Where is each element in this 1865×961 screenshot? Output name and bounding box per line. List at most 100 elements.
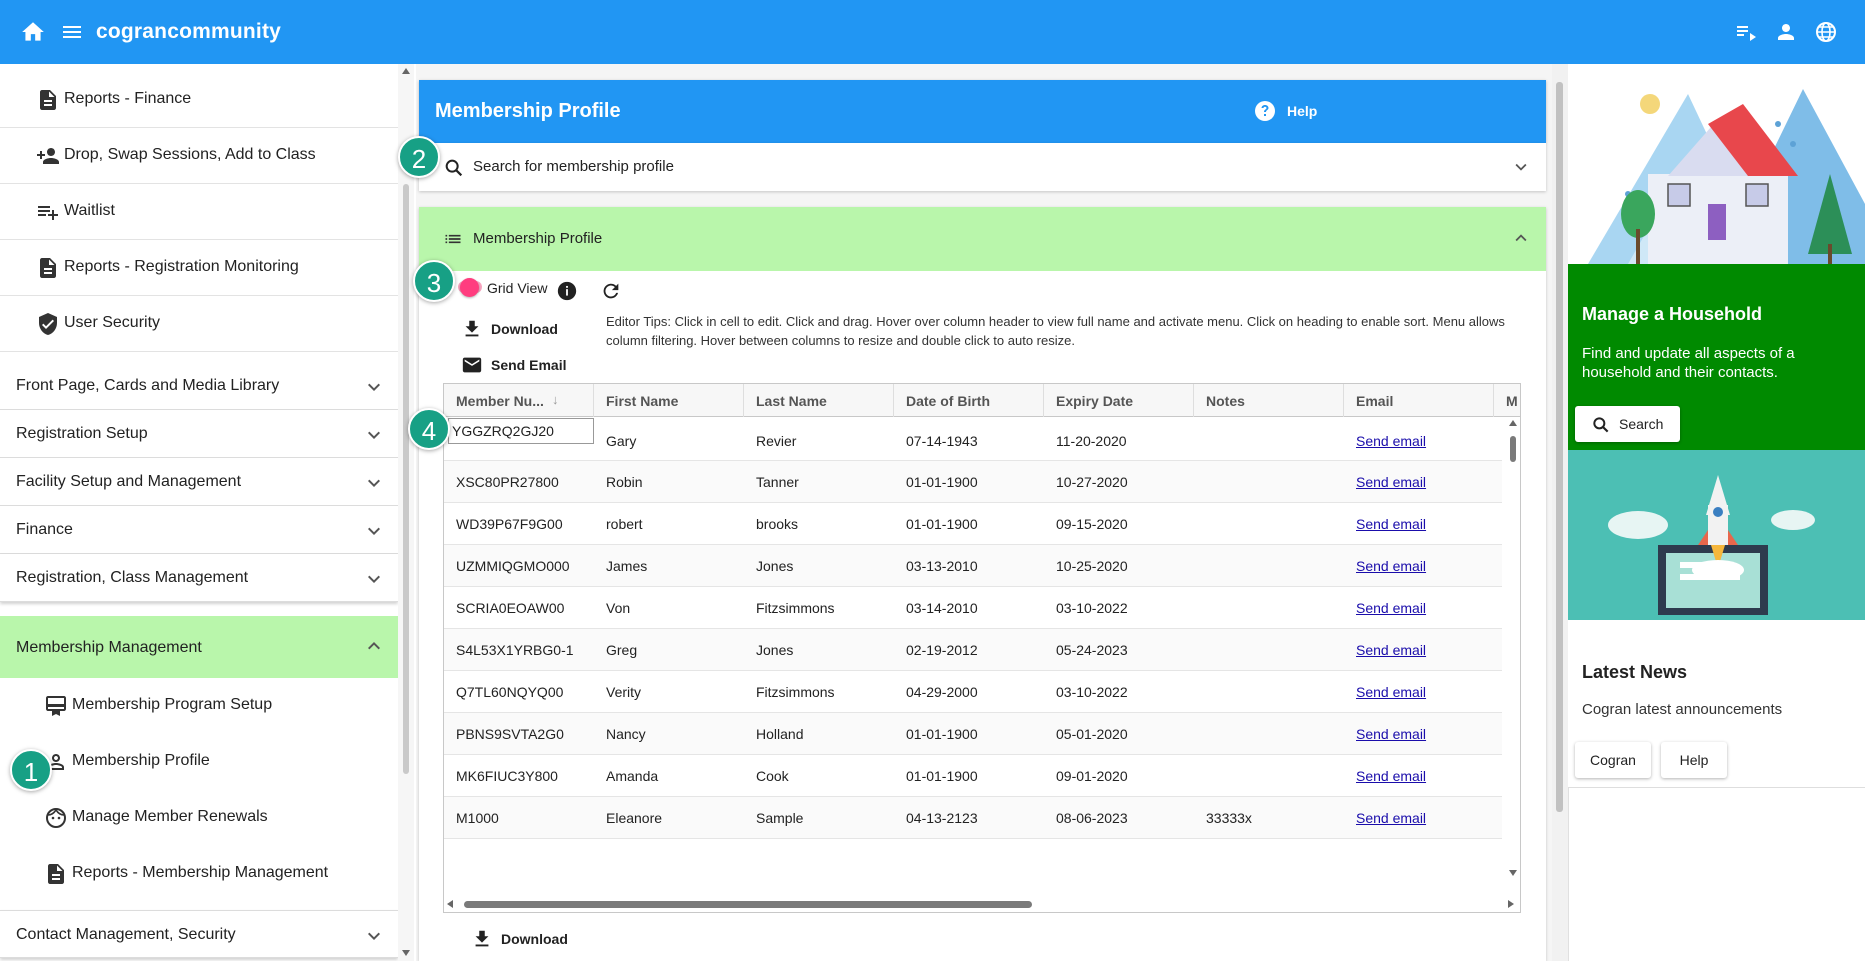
sidebar-item-manage-member-renewals[interactable]: Manage Member Renewals [0,790,398,846]
sidebar-item-membership-program-setup[interactable]: Membership Program Setup [0,678,398,734]
list-icon [445,234,461,244]
sidebar-group-contact-management[interactable]: Contact Management, Security [0,910,398,958]
sidebar-group-finance[interactable]: Finance [0,506,398,554]
household-description: Find and update all aspects of a househo… [1582,345,1795,381]
table-row[interactable]: WD39P67F9G00 robert brooks 01-01-1900 09-15-… [444,503,1502,545]
column-header-first-name[interactable]: First Name [594,384,744,417]
sidebar-scrollbar[interactable] [398,64,414,961]
app-title[interactable]: cograncommunity [96,20,281,44]
column-header-expiry-date[interactable]: Expiry Date [1044,384,1194,417]
chevron-up-icon [368,642,380,650]
sidebar-item-drop-swap[interactable]: Drop, Swap Sessions, Add to Class [0,128,398,184]
rocket-illustration [1568,450,1865,620]
sidebar-item-label: Reports - Membership Management [72,864,329,881]
news-title: Latest News [1582,662,1688,682]
scrollbar-thumb[interactable] [464,901,1032,908]
sidebar-group-membership-management[interactable]: Membership Management [0,616,398,678]
membership-profile-header: Membership Profile Help [419,80,1546,143]
step-badge-2: 2 [398,136,440,178]
sidebar-group-label: Facility Setup and Management [16,473,242,490]
sidebar-group-label: Front Page, Cards and Media Library [16,377,280,394]
sidebar-item-waitlist[interactable]: Waitlist [0,184,398,240]
globe-language-icon[interactable] [1814,20,1838,44]
sidebar-group-registration-class-management[interactable]: Registration, Class Management [0,554,398,602]
column-header-date-of-birth[interactable]: Date of Birth [894,384,1044,417]
scrollbar-thumb[interactable] [403,184,409,774]
household-title: Manage a Household [1582,304,1763,324]
playlist-icon[interactable] [1734,20,1758,44]
sidebar-group-front-page[interactable]: Front Page, Cards and Media Library [0,362,398,410]
scroll-up-arrow-icon[interactable] [402,68,410,74]
chevron-down-icon [368,431,380,439]
sidebar-item-reports-membership-management[interactable]: Reports - Membership Management [0,846,398,902]
table-row[interactable]: Gary Revier 07-14-1943 11-20-2020 Send email [444,418,1502,461]
sidebar-group-facility-setup[interactable]: Facility Setup and Management [0,458,398,506]
table-row[interactable]: XSC80PR27800 Robin Tanner 01-01-1900 10-27-2… [444,461,1502,503]
table-row[interactable]: S4L53X1YRBG0-1 Greg Jones 02-19-2012 05-24-2… [444,629,1502,671]
download-label: Download [491,321,558,337]
search-icon [445,159,463,177]
search-label: Search for membership profile [473,158,674,175]
account-icon[interactable] [1774,20,1798,44]
download-icon [475,930,489,947]
member-number-edit-input[interactable]: YGGZRQ2GJ20 [448,418,594,444]
home-icon[interactable] [20,19,46,45]
playlist-add-icon [38,206,58,220]
scroll-down-arrow-icon[interactable] [402,950,410,956]
column-header-more[interactable]: M [1494,384,1520,417]
sidebar-item-label: Reports - Finance [64,90,192,107]
download-icon [465,320,479,337]
refresh-icon[interactable] [600,280,622,302]
help-circle-icon[interactable] [1253,99,1277,123]
cell-last-name[interactable]: Sample [744,797,894,847]
cell-date-of-birth[interactable]: 04-13-2123 [894,797,1044,847]
info-icon[interactable] [556,280,578,302]
table-row[interactable]: SCRIA0EOAW00 Von Fitzsimmons 03-14-2010 03-1… [444,587,1502,629]
cell-expiry-date[interactable]: 08-06-2023 [1044,797,1194,847]
search-membership-expander[interactable]: Search for membership profile [419,143,1546,191]
table-row[interactable]: UZMMIQGMO000 James Jones 03-13-2010 10-25-20… [444,545,1502,587]
scroll-down-arrow-icon[interactable] [1509,870,1517,876]
sidebar-item-label: Manage Member Renewals [72,808,268,825]
cell-first-name[interactable]: Eleanore [594,797,744,847]
scrollbar-thumb[interactable] [1556,82,1563,812]
page-title: Membership Profile [435,100,621,122]
scroll-left-arrow-icon[interactable] [447,900,453,908]
sidebar-item-user-security[interactable]: User Security [0,296,398,352]
help-button[interactable]: Help [1287,103,1317,119]
news-cogran-button[interactable]: Cogran [1575,742,1651,778]
search-button-label: Search [1619,416,1664,432]
cell-member-number[interactable]: M1000 [444,797,594,847]
membership-data-grid[interactable]: Member Nu... ↓ First Name Last Name Date … [443,383,1521,913]
sidebar-item-label: User Security [64,314,161,331]
column-header-email[interactable]: Email [1344,384,1494,417]
sidebar-item-reports-registration-monitoring[interactable]: Reports - Registration Monitoring [0,240,398,296]
scrollbar-thumb[interactable] [1510,436,1516,462]
membership-list-header[interactable]: Membership Profile [419,207,1546,271]
scroll-up-arrow-icon[interactable] [1509,420,1517,426]
sidebar-item-reports-finance[interactable]: Reports - Finance [0,72,398,128]
table-row[interactable]: Q7TL60NQYQ00 Verity Fitzsimmons 04-29-2000 0… [444,671,1502,713]
grid-vertical-scrollbar[interactable] [1505,418,1520,878]
sidebar-item-membership-profile[interactable]: Membership Profile [0,734,398,790]
household-search-button[interactable]: Search [1575,406,1680,442]
news-help-button[interactable]: Help [1661,742,1727,778]
column-header-member-number[interactable]: Member Nu... ↓ [444,384,594,417]
send-email-link[interactable]: Send email [1344,797,1494,847]
chevron-down-icon [368,479,380,487]
cell-notes[interactable]: 33333x [1194,797,1344,847]
editor-tips: Editor Tips: Click in cell to edit. Clic… [606,314,1505,348]
hamburger-menu-icon[interactable] [60,20,84,44]
scroll-right-arrow-icon[interactable] [1508,900,1514,908]
table-row[interactable]: M1000 Eleanore Sample 04-13-2123 08-06-2023 3… [444,797,1502,839]
grid-view-toggle[interactable] [460,278,479,297]
sidebar-group-registration-setup[interactable]: Registration Setup [0,410,398,458]
face-icon [46,808,66,828]
column-header-last-name[interactable]: Last Name [744,384,894,417]
sort-arrow-icon: ↓ [552,392,559,407]
table-row[interactable]: PBNS9SVTA2G0 Nancy Holland 01-01-1900 05-01-… [444,713,1502,755]
table-row[interactable]: MK6FIUC3Y800 Amanda Cook 01-01-1900 09-01-20… [444,755,1502,797]
grid-horizontal-scrollbar[interactable] [444,895,1520,912]
column-header-notes[interactable]: Notes [1194,384,1344,417]
main-scrollbar[interactable] [1552,64,1568,961]
